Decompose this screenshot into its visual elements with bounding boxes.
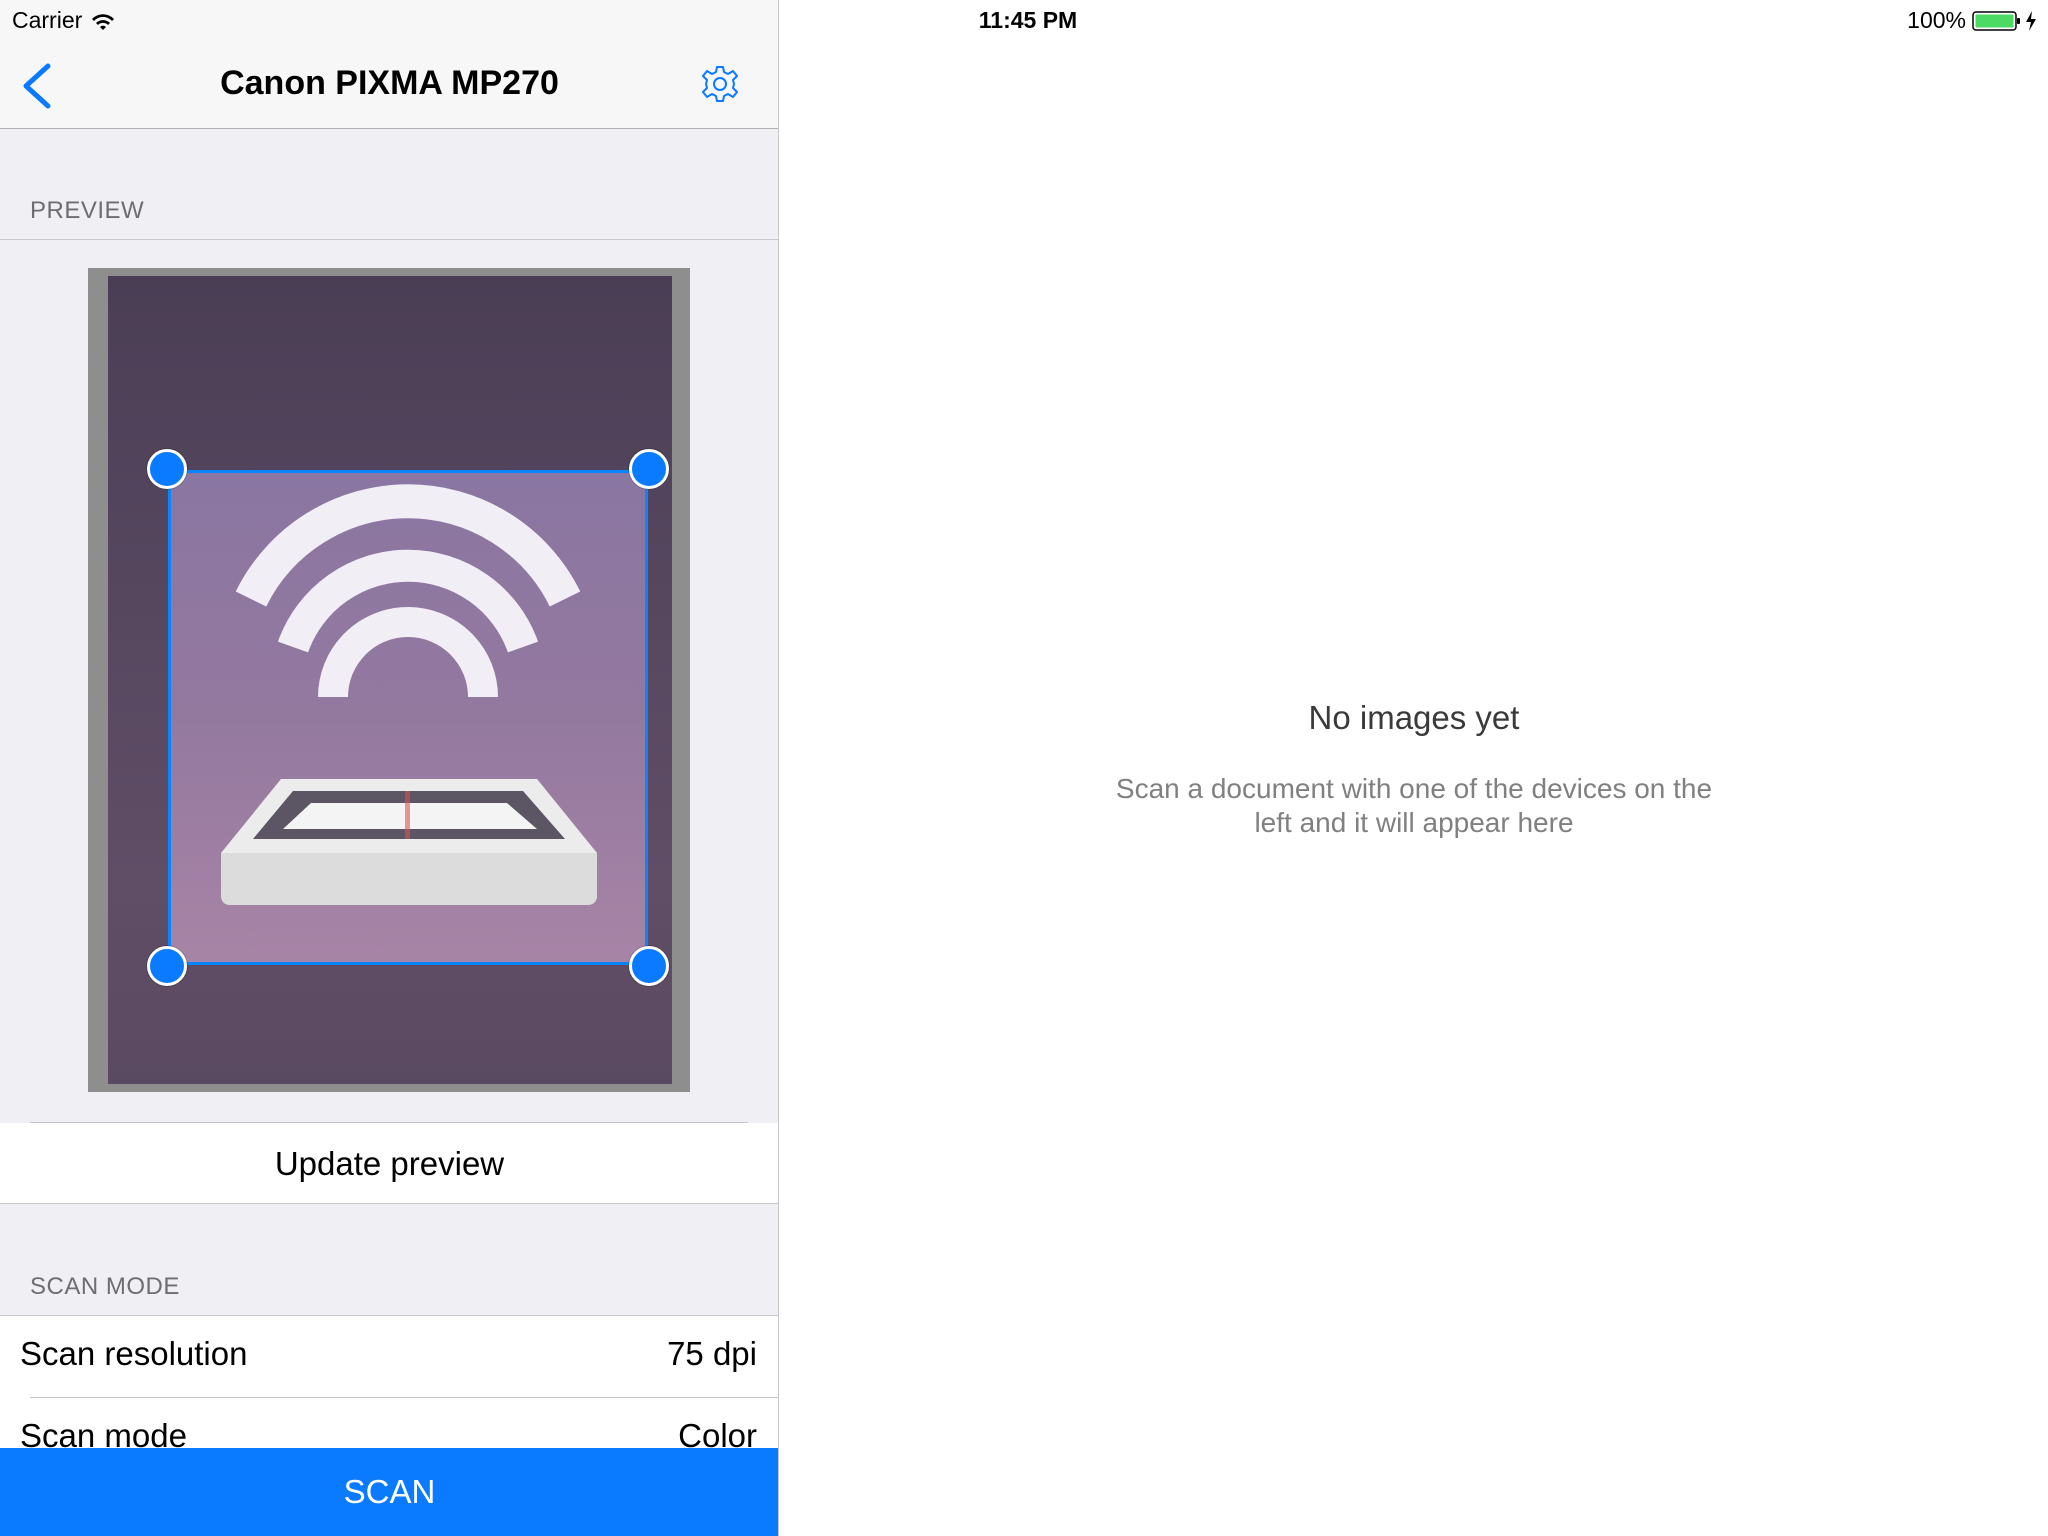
empty-state-subtitle: Scan a document with one of the devices … bbox=[1115, 773, 1713, 838]
scan-resolution-value: 75 dpi bbox=[667, 1335, 757, 1372]
crop-handle-top-left[interactable] bbox=[147, 449, 187, 489]
charging-bolt-icon bbox=[2024, 10, 2038, 32]
scanner-panel: Canon PIXMA MP270 PREVIEW Update preview… bbox=[0, 0, 779, 1536]
preview-scan-bed bbox=[88, 268, 690, 1092]
status-right: 100% bbox=[1907, 7, 2038, 34]
preview-image bbox=[108, 276, 672, 1084]
page-title: Canon PIXMA MP270 bbox=[220, 64, 559, 102]
scan-resolution-label: Scan resolution bbox=[20, 1335, 248, 1372]
empty-state-title: No images yet bbox=[1308, 699, 1520, 736]
status-time: 11:45 PM bbox=[978, 7, 1078, 33]
crop-handle-bottom-left[interactable] bbox=[147, 946, 187, 986]
preview-area bbox=[0, 240, 778, 1123]
preview-section-header: PREVIEW bbox=[30, 197, 145, 224]
gear-icon bbox=[700, 66, 740, 108]
crop-handle-bottom-right[interactable] bbox=[629, 946, 669, 986]
crop-handle-top-right[interactable] bbox=[629, 449, 669, 489]
update-preview-button[interactable]: Update preview bbox=[0, 1123, 778, 1204]
scan-mode-section-header: SCAN MODE bbox=[30, 1273, 180, 1300]
scan-resolution-row[interactable]: Scan resolution 75 dpi bbox=[0, 1316, 778, 1397]
images-panel: No images yet Scan a document with one o… bbox=[780, 0, 2048, 1536]
battery-percent: 100% bbox=[1907, 7, 1966, 33]
status-bar: Carrier 11:45 PM 100% bbox=[0, 0, 2048, 40]
battery-icon bbox=[1972, 10, 2022, 32]
crop-selection[interactable] bbox=[147, 449, 669, 986]
settings-button[interactable] bbox=[700, 64, 740, 104]
scanner-illustration-icon bbox=[221, 484, 597, 905]
scan-button[interactable]: SCAN bbox=[0, 1448, 778, 1536]
